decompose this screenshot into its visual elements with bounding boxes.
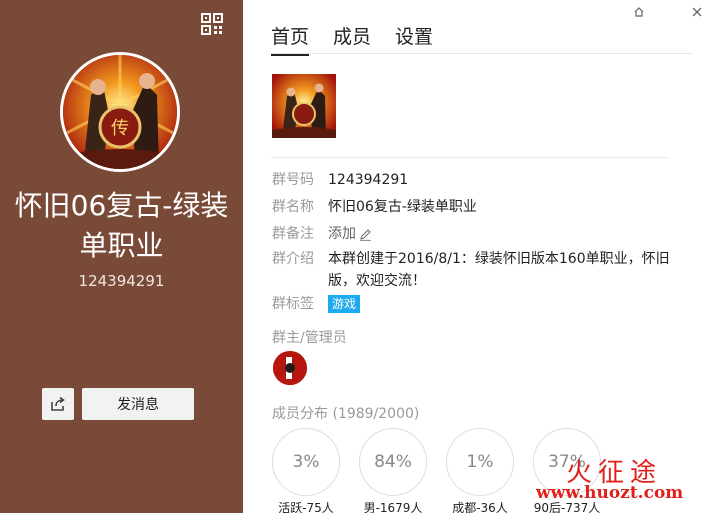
share-icon (51, 396, 65, 411)
group-remark-label: 群备注 (272, 226, 314, 242)
group-profile-sidebar: 传 怀旧06复古-绿装单职业 124394291 发消息 (0, 0, 243, 513)
pin-icon[interactable] (632, 6, 646, 20)
group-number-label: 群号码 (272, 172, 314, 188)
tab-members[interactable]: 成员 (333, 22, 371, 52)
group-details-panel: 首页 成员 设置 群号码 124394291 群名称 怀旧06复古-绿装单职业 … (243, 0, 707, 513)
svg-text:传: 传 (111, 118, 129, 139)
tab-home[interactable]: 首页 (271, 22, 310, 56)
group-remark-row: 群备注 添加 (272, 223, 668, 245)
edit-pencil-icon (360, 228, 371, 241)
tag-badge-game[interactable]: 游戏 (328, 295, 361, 313)
stat-active-circle: 3% (272, 428, 340, 496)
admin-avatar[interactable] (273, 351, 307, 385)
member-distribution-title: 成员分布 (1989/2000) (272, 406, 420, 422)
tabs-divider (271, 53, 693, 54)
stat-region-circle: 1% (446, 428, 514, 496)
group-name-row: 群名称 怀旧06复古-绿装单职业 (272, 196, 668, 218)
watermark-url: www.huozt.com (536, 483, 684, 503)
qr-code-icon[interactable] (200, 12, 224, 36)
add-remark-button[interactable]: 添加 (328, 223, 372, 245)
stat-region-label: 成都-36人 (452, 501, 508, 513)
group-intro-label: 群介绍 (272, 251, 314, 267)
group-name-value: 怀旧06复古-绿装单职业 (328, 199, 477, 215)
group-id: 124394291 (78, 272, 165, 290)
group-avatar[interactable]: 传 (60, 52, 180, 172)
share-button[interactable] (42, 388, 74, 420)
group-tags-row: 群标签 游戏 (272, 293, 668, 315)
group-name-label: 群名称 (272, 199, 314, 215)
add-remark-label: 添加 (328, 226, 356, 242)
group-tags-label: 群标签 (272, 296, 314, 312)
group-intro-row: 群介绍 本群创建于2016/8/1：绿装怀旧版本160单职业，怀旧版，欢迎交流！ (272, 248, 673, 292)
site-watermark: 火征途 www.huozt.com (536, 452, 696, 508)
group-intro-value: 本群创建于2016/8/1：绿装怀旧版本160单职业，怀旧版，欢迎交流！ (328, 251, 670, 289)
group-number-row: 群号码 124394291 (272, 169, 668, 191)
send-message-button[interactable]: 发消息 (82, 388, 194, 420)
group-photo-thumbnail[interactable] (272, 74, 336, 138)
stat-gender-label: 男-1679人 (363, 501, 423, 513)
close-icon[interactable] (690, 6, 704, 20)
stat-active-label: 活跃-75人 (278, 501, 334, 513)
tab-bar: 首页 成员 设置 (271, 22, 433, 56)
admins-title: 群主/管理员 (272, 330, 347, 346)
tab-settings[interactable]: 设置 (395, 22, 433, 52)
group-number-value: 124394291 (328, 172, 409, 188)
group-name: 怀旧06复古-绿装单职业 (14, 189, 229, 262)
divider (271, 157, 669, 158)
stat-gender-circle: 84% (359, 428, 427, 496)
